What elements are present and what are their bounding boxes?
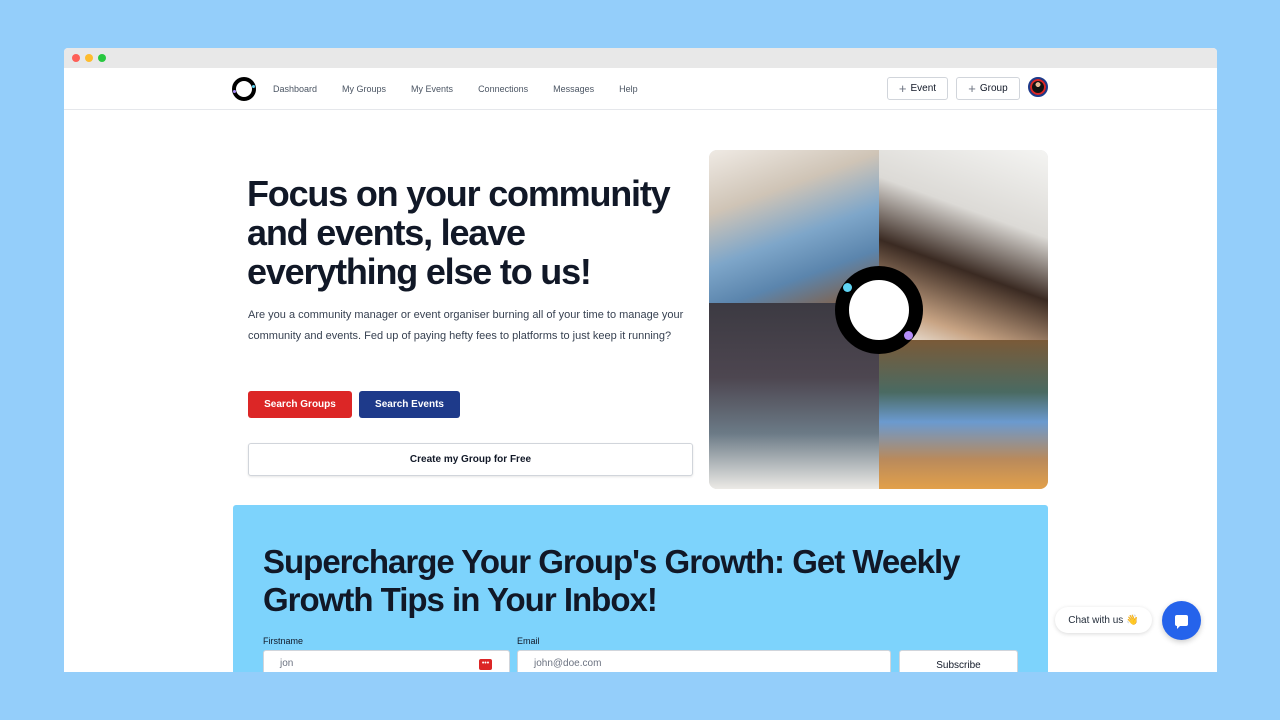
chat-launcher-button[interactable]	[1162, 601, 1201, 640]
newsletter-section: Supercharge Your Group's Growth: Get Wee…	[233, 505, 1048, 672]
newsletter-title: Supercharge Your Group's Growth: Get Wee…	[263, 543, 961, 618]
firstname-input[interactable]: jon •••	[263, 650, 510, 672]
nav-links: Dashboard My Groups My Events Connection…	[273, 68, 663, 110]
chat-label: Chat with us	[1068, 614, 1124, 626]
nav-link-my-groups[interactable]: My Groups	[342, 84, 386, 94]
firstname-label: Firstname	[263, 636, 304, 646]
nav-link-connections[interactable]: Connections	[478, 84, 528, 94]
nav-link-my-events[interactable]: My Events	[411, 84, 453, 94]
chat-icon	[1175, 615, 1188, 629]
email-input[interactable]: john@doe.com	[517, 650, 891, 672]
password-manager-icon[interactable]: •••	[479, 659, 492, 670]
site-logo-icon[interactable]	[232, 77, 256, 101]
add-event-label: Event	[910, 83, 937, 94]
add-group-label: Group	[979, 83, 1008, 94]
add-group-button[interactable]: + Group	[956, 77, 1020, 100]
user-avatar[interactable]	[1028, 77, 1048, 97]
plus-icon: +	[898, 81, 907, 96]
photo-gathering	[879, 340, 1048, 489]
close-window-button[interactable]	[72, 54, 80, 62]
hero-photo-collage	[709, 150, 1048, 489]
search-groups-button[interactable]: Search Groups	[248, 391, 352, 418]
logo-ring-icon	[835, 266, 923, 354]
firstname-placeholder: jon	[280, 657, 294, 669]
email-label: Email	[517, 636, 540, 646]
search-events-button[interactable]: Search Events	[359, 391, 460, 418]
title-bar	[64, 48, 1217, 68]
minimize-window-button[interactable]	[85, 54, 93, 62]
nav-link-dashboard[interactable]: Dashboard	[273, 84, 317, 94]
chat-with-us-bubble[interactable]: Chat with us 👋	[1055, 607, 1152, 633]
hero-title: Focus on your community and events, leav…	[247, 173, 671, 292]
waving-hand-icon: 👋	[1126, 614, 1139, 626]
nav-link-help[interactable]: Help	[619, 84, 638, 94]
top-navbar: Dashboard My Groups My Events Connection…	[64, 68, 1217, 110]
maximize-window-button[interactable]	[98, 54, 106, 62]
email-placeholder: john@doe.com	[534, 657, 602, 669]
plus-icon: +	[968, 81, 976, 96]
subscribe-button[interactable]: Subscribe	[899, 650, 1018, 672]
create-group-button[interactable]: Create my Group for Free	[248, 443, 693, 476]
browser-window: Dashboard My Groups My Events Connection…	[64, 48, 1217, 672]
hero-description: Are you a community manager or event org…	[248, 309, 684, 342]
add-event-button[interactable]: + Event	[887, 77, 948, 100]
nav-link-messages[interactable]: Messages	[553, 84, 594, 94]
